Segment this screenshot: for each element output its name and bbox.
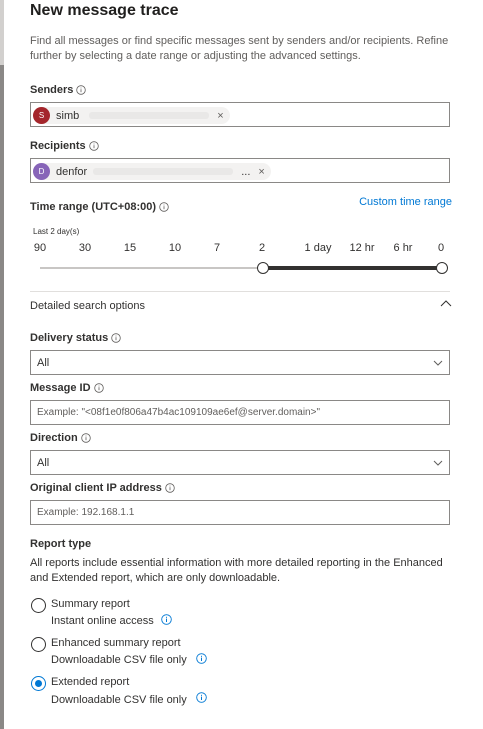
recipient-chip-name: denfor (56, 165, 88, 178)
report-type-label-text: Report type (30, 538, 92, 550)
close-icon[interactable]: × (217, 110, 223, 122)
enhanced-summary-report-label[interactable]: Enhanced summary report (51, 637, 181, 649)
radio-enhanced-summary-report[interactable] (31, 637, 46, 652)
recipients-label-text: Recipients (30, 140, 86, 152)
info-icon[interactable] (159, 202, 169, 212)
senders-field[interactable]: S simb × (30, 102, 450, 127)
info-icon[interactable] (161, 614, 172, 625)
chevron-down-icon[interactable] (433, 459, 443, 467)
delivery-status-value: All (37, 356, 50, 369)
client-ip-label-text: Original client IP address (30, 482, 162, 494)
info-icon[interactable] (111, 333, 121, 343)
radio-summary-report[interactable] (31, 598, 46, 613)
radio-extended-report[interactable] (31, 676, 46, 691)
recipient-chip[interactable]: D denfor ... × (33, 163, 271, 180)
slider-tick: 90 (33, 242, 47, 254)
slider-tick: 7 (213, 242, 221, 254)
redacted-text (93, 168, 234, 175)
summary-report-sub: Instant online access (51, 615, 154, 627)
slider-tick: 1 day (304, 242, 332, 254)
close-icon[interactable]: × (258, 166, 264, 178)
delivery-status-label: Delivery status (30, 332, 121, 344)
report-type-label: Report type (30, 538, 91, 550)
direction-label: Direction (30, 432, 91, 444)
avatar: S (33, 107, 50, 124)
divider (30, 291, 450, 292)
senders-label: Senders (30, 84, 87, 96)
info-icon[interactable] (80, 433, 91, 443)
slider-tick: 2 (258, 242, 266, 254)
extended-report-label[interactable]: Extended report (51, 676, 129, 688)
time-range-label: Time range (UTC+08:00) (30, 201, 169, 213)
sender-chip[interactable]: S simb × (33, 107, 230, 124)
delivery-status-label-text: Delivery status (30, 332, 109, 344)
info-icon[interactable] (88, 141, 99, 151)
delivery-status-select[interactable]: All (30, 350, 450, 375)
recipients-label: Recipients (30, 140, 99, 152)
info-icon[interactable] (76, 85, 87, 95)
page-description: Find all messages or find specific messa… (30, 35, 449, 62)
page-title: New message trace (30, 2, 179, 19)
enhanced-summary-report-sub: Downloadable CSV file only (51, 654, 187, 666)
client-ip-input[interactable]: Example: 192.168.1.1 (30, 500, 450, 525)
time-range-label-text: Time range (UTC+08:00) (30, 201, 157, 213)
direction-value: All (37, 456, 50, 469)
extended-report-sub: Downloadable CSV file only (51, 694, 187, 706)
message-id-label-text: Message ID (30, 382, 91, 394)
slider-tick: 6 hr (393, 242, 413, 254)
custom-time-range-link[interactable]: Custom time range (359, 196, 452, 208)
info-icon[interactable] (196, 692, 207, 703)
slider-tick: 30 (78, 242, 92, 254)
chevron-down-icon[interactable] (433, 359, 443, 367)
sender-chip-name: simb (56, 109, 80, 122)
slider-thumb-end[interactable] (436, 262, 448, 274)
info-icon[interactable] (93, 383, 104, 393)
chevron-up-icon[interactable] (439, 298, 453, 308)
message-trace-panel: New message trace Find all messages or f… (4, 0, 483, 729)
slider-range-fill (263, 266, 445, 270)
avatar: D (33, 163, 50, 180)
redacted-text (89, 112, 210, 119)
report-type-description: All reports include essential informatio… (30, 557, 443, 584)
direction-label-text: Direction (30, 432, 78, 444)
info-icon[interactable] (196, 653, 207, 664)
time-range-selected: Last 2 day(s) (33, 227, 80, 236)
message-id-label: Message ID (30, 382, 104, 394)
slider-tick: 0 (437, 242, 445, 254)
direction-select[interactable]: All (30, 450, 450, 475)
message-id-input[interactable]: Example: "<08f1e0f806a47b4ac109109ae6ef@… (30, 400, 450, 425)
senders-label-text: Senders (30, 84, 74, 96)
client-ip-label: Original client IP address (30, 482, 175, 494)
detailed-options-title[interactable]: Detailed search options (30, 300, 145, 312)
message-id-placeholder: Example: "<08f1e0f806a47b4ac109109ae6ef@… (37, 407, 321, 418)
summary-report-label[interactable]: Summary report (51, 598, 130, 610)
client-ip-placeholder: Example: 192.168.1.1 (37, 507, 135, 518)
slider-tick: 10 (168, 242, 182, 254)
recipients-field[interactable]: D denfor ... × (30, 158, 450, 183)
slider-tick: 12 hr (349, 242, 375, 254)
slider-thumb-start[interactable] (257, 262, 269, 274)
recipient-chip-ellipsis: ... (241, 165, 251, 178)
info-icon[interactable] (165, 483, 175, 493)
slider-tick: 15 (123, 242, 137, 254)
